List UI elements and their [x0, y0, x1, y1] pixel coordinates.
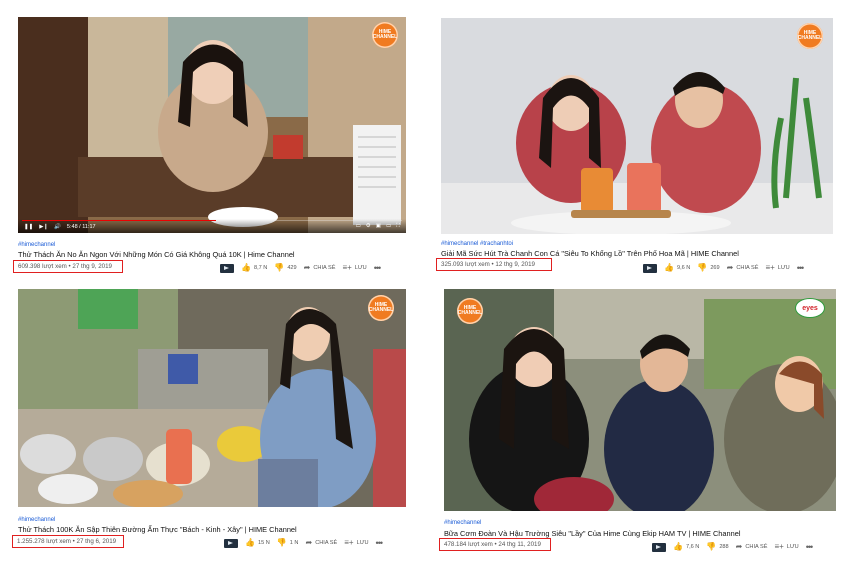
video-title: Bữa Cơm Đoàn Và Hậu Trường Siêu "Lầy" Củ…: [444, 529, 741, 538]
player-time: 5:48 / 11:17: [66, 223, 96, 230]
more-options-icon[interactable]: •••: [797, 263, 805, 273]
video-views-date: 478.184 lượt xem • 24 thg 11, 2019: [439, 538, 551, 551]
save-button[interactable]: ≡+ LƯU: [774, 543, 798, 551]
thumbs-down-icon: 👎: [697, 263, 708, 272]
fullscreen-icon[interactable]: ⛶: [396, 223, 400, 230]
share-button[interactable]: ➦ CHIA SẺ: [727, 264, 759, 272]
captions-icon[interactable]: ▭: [356, 223, 361, 230]
share-button[interactable]: ➦ CHIA SẺ: [304, 264, 336, 272]
playlist-icon[interactable]: [220, 263, 234, 273]
thumbs-up-icon: 👍: [664, 263, 674, 272]
more-options-icon[interactable]: •••: [374, 263, 382, 273]
video-actions: 👍 9,6 N 👎 269 ➦ CHIA SẺ ≡+ LƯU •••: [643, 263, 805, 273]
share-button[interactable]: ➦ CHIA SẺ: [305, 539, 337, 547]
video-views-date: 609.398 lượt xem • 27 thg 9, 2019: [13, 260, 123, 273]
video-hashtag[interactable]: #himechannel: [18, 242, 55, 248]
video-thumbnail-2[interactable]: HIME CHANNEL: [441, 18, 833, 234]
like-button[interactable]: 👍 7,6 N: [673, 543, 699, 551]
video-title: Thử Thách Ăn No Ăn Ngon Với Những Món Có…: [18, 250, 295, 259]
share-icon: ➦: [735, 542, 743, 551]
share-icon: ➦: [305, 538, 313, 547]
share-button[interactable]: ➦ CHIA SẺ: [736, 543, 768, 551]
video-card-3: HIME CHANNEL #himechannel Thử Thách 100K…: [12, 289, 406, 551]
next-icon[interactable]: ▶❙: [39, 224, 48, 230]
video-actions: 👍 7,6 N 👎 288 ➦ CHIA SẺ ≡+ LƯU •••: [652, 542, 814, 552]
thumbnail-scene-2: [441, 18, 833, 234]
video-card-1: HIME CHANNEL ❚❚ ▶❙ 🔊 5:48 / 11:17 ▭ ⚙ ▣ …: [13, 17, 406, 279]
share-icon: ➦: [726, 263, 734, 272]
save-icon: ≡+: [342, 263, 352, 272]
channel-logo-badge-1: HIME CHANNEL: [372, 22, 398, 48]
video-hashtag[interactable]: #himechannel #trachanhtoi: [441, 241, 513, 247]
save-button[interactable]: ≡+ LƯU: [342, 264, 366, 272]
video-card-4: HIME CHANNEL eyes #himechannel Bữa Cơm Đ…: [439, 289, 836, 555]
thumbnail-scene-1: [18, 17, 406, 233]
settings-icon[interactable]: ⚙: [366, 223, 371, 230]
thumbs-down-icon: 👎: [274, 263, 285, 272]
pause-icon[interactable]: ❚❚: [24, 224, 33, 230]
save-icon: ≡+: [765, 263, 775, 272]
thumbs-up-icon: 👍: [673, 542, 683, 551]
thumbs-up-icon: 👍: [241, 263, 251, 272]
theater-icon[interactable]: ▭: [386, 223, 391, 230]
video-card-2: HIME CHANNEL #himechannel #trachanhtoi G…: [436, 18, 833, 280]
channel-logo-badge-3: HIME CHANNEL: [368, 295, 394, 321]
thumbnail-scene-3: [18, 289, 406, 507]
video-thumbnail-3[interactable]: HIME CHANNEL: [18, 289, 406, 507]
thumbs-down-icon: 👎: [706, 542, 717, 551]
dislike-button[interactable]: 👎 1 N: [277, 539, 299, 547]
save-button[interactable]: ≡+ LƯU: [344, 539, 368, 547]
playlist-icon[interactable]: [643, 263, 657, 273]
more-options-icon[interactable]: •••: [376, 538, 384, 548]
channel-logo-badge-2: HIME CHANNEL: [797, 23, 823, 49]
save-icon: ≡+: [344, 538, 354, 547]
video-hashtag[interactable]: #himechannel: [18, 517, 55, 523]
video-title: Giải Mã Sức Hút Trà Chanh Con Cá "Siêu T…: [441, 249, 739, 258]
video-views-date: 1.255.278 lượt xem • 27 thg 6, 2019: [12, 535, 124, 548]
video-views-date: 325.093 lượt xem • 12 thg 9, 2019: [436, 258, 552, 271]
save-icon: ≡+: [774, 542, 784, 551]
like-button[interactable]: 👍 8,7 N: [241, 264, 267, 272]
video-thumbnail-1[interactable]: HIME CHANNEL ❚❚ ▶❙ 🔊 5:48 / 11:17 ▭ ⚙ ▣ …: [18, 17, 406, 233]
more-options-icon[interactable]: •••: [806, 542, 814, 552]
player-controls: ❚❚ ▶❙ 🔊 5:48 / 11:17 ▭ ⚙ ▣ ▭ ⛶: [18, 219, 406, 233]
video-actions: 👍 8,7 N 👎 429 ➦ CHIA SẺ ≡+ LƯU •••: [220, 263, 382, 273]
like-button[interactable]: 👍 9,6 N: [664, 264, 690, 272]
save-button[interactable]: ≡+ LƯU: [765, 264, 789, 272]
dislike-button[interactable]: 👎 288: [706, 543, 728, 551]
video-title: Thử Thách 100K Ăn Sập Thiên Đường Ẩm Thự…: [18, 525, 297, 534]
dislike-button[interactable]: 👎 269: [697, 264, 719, 272]
thumbnail-scene-4: [444, 289, 836, 511]
miniplayer-icon[interactable]: ▣: [376, 223, 381, 230]
playlist-icon[interactable]: [224, 538, 238, 548]
video-thumbnail-4[interactable]: HIME CHANNEL eyes: [444, 289, 836, 511]
thumbs-up-icon: 👍: [245, 538, 255, 547]
video-hashtag[interactable]: #himechannel: [444, 520, 481, 526]
thumbs-down-icon: 👎: [276, 538, 287, 547]
video-actions: 👍 15 N 👎 1 N ➦ CHIA SẺ ≡+ LƯU •••: [224, 538, 384, 548]
share-icon: ➦: [303, 263, 311, 272]
playlist-icon[interactable]: [652, 542, 666, 552]
channel-logo-badge-4: HIME CHANNEL: [457, 298, 483, 324]
volume-icon[interactable]: 🔊: [54, 224, 61, 230]
like-button[interactable]: 👍 15 N: [245, 539, 270, 547]
eyes-logo-badge: eyes: [795, 298, 825, 318]
dislike-button[interactable]: 👎 429: [274, 264, 296, 272]
